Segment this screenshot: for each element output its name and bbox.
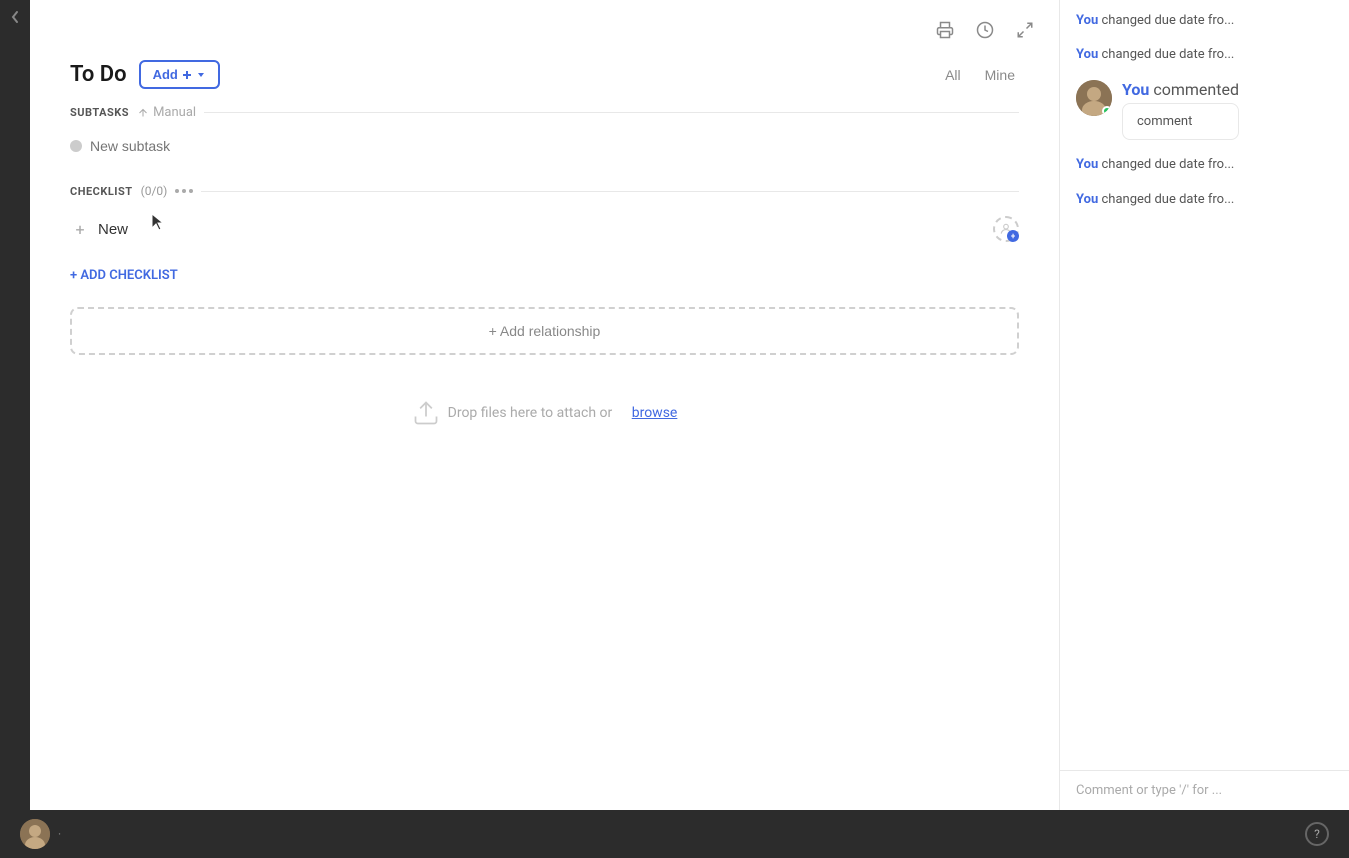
activity-text-4: changed due date fro... — [1102, 192, 1235, 207]
subtask-bullet — [70, 140, 82, 152]
modal-toolbar — [30, 0, 1059, 52]
all-filter-button[interactable]: All — [941, 65, 965, 85]
activity-you-3: You — [1076, 157, 1098, 172]
checklist-new-input[interactable] — [98, 221, 985, 238]
browse-link[interactable]: browse — [632, 405, 678, 421]
checklist-section: CHECKLIST (0/0) — [70, 184, 1019, 248]
activity-you-2: You — [1076, 47, 1098, 62]
activity-text-1: changed due date fro... — [1102, 13, 1235, 28]
filter-buttons: All Mine — [941, 65, 1019, 85]
drop-files-label: Drop files here to attach or — [448, 405, 613, 421]
subtasks-divider — [204, 112, 1019, 113]
comment-text: comment — [1137, 114, 1192, 129]
checklist-title: CHECKLIST — [70, 185, 133, 198]
activity-body: You changed due date fro... You changed … — [1060, 0, 1349, 770]
user-status-dot: · — [58, 827, 61, 841]
new-subtask-input[interactable] — [90, 138, 1019, 154]
task-header: To Do Add All Mine — [30, 52, 1059, 105]
expand-icon[interactable] — [1011, 16, 1039, 44]
task-title: To Do — [70, 62, 127, 87]
upload-icon — [412, 399, 440, 427]
dot-3 — [189, 189, 193, 193]
activity-you-1: You — [1076, 13, 1098, 28]
bottom-user-avatar — [20, 819, 50, 849]
checklist-divider — [201, 191, 1019, 192]
checklist-input-area: + + — [70, 210, 1019, 248]
subtasks-title: SUBTASKS — [70, 106, 129, 119]
activity-text-3: changed due date fro... — [1102, 157, 1235, 172]
history-icon[interactable] — [971, 16, 999, 44]
checklist-more-button[interactable] — [175, 189, 193, 193]
mine-filter-button[interactable]: Mine — [981, 65, 1019, 85]
comment-input-area: Comment or type '/' for ... — [1060, 770, 1349, 810]
bottom-bar: · ? — [0, 810, 1349, 858]
print-icon[interactable] — [931, 16, 959, 44]
activity-item: You changed due date fro... — [1076, 46, 1333, 64]
add-button[interactable]: Add — [139, 60, 220, 89]
comment-bubble: comment — [1122, 103, 1239, 140]
assign-user-button[interactable]: + — [993, 216, 1019, 242]
activity-you-4: You — [1076, 192, 1098, 207]
activity-panel: You changed due date fro... You changed … — [1059, 0, 1349, 810]
task-modal: To Do Add All Mine — [30, 0, 1059, 810]
activity-you-avatar: You — [1122, 80, 1149, 99]
subtasks-sort: Manual — [137, 105, 196, 120]
subtasks-section: SUBTASKS Manual — [70, 105, 1019, 160]
online-indicator — [1102, 106, 1112, 116]
drop-files-area: Drop files here to attach or browse — [70, 379, 1019, 447]
dot-2 — [182, 189, 186, 193]
activity-text-2: changed due date fro... — [1102, 47, 1235, 62]
activity-item: You changed due date fro... — [1076, 191, 1333, 209]
checklist-new-row: + + — [70, 210, 1019, 248]
checklist-count: (0/0) — [141, 184, 168, 198]
checklist-add-icon[interactable]: + — [70, 219, 90, 239]
add-relationship-button[interactable]: + Add relationship — [70, 307, 1019, 355]
activity-item: You changed due date fro... — [1076, 12, 1333, 30]
modal-scroll-content: SUBTASKS Manual — [30, 105, 1059, 810]
dot-1 — [175, 189, 179, 193]
new-subtask-row — [70, 132, 1019, 160]
main-content: To Do Add All Mine — [30, 0, 1349, 810]
activity-item: You changed due date fro... — [1076, 156, 1333, 174]
comment-placeholder: Comment or type '/' for ... — [1076, 783, 1222, 798]
activity-text-avatar: commented — [1153, 80, 1239, 99]
left-sidebar — [0, 0, 30, 810]
modal-body: SUBTASKS Manual — [30, 105, 1059, 447]
sidebar-collapse-icon[interactable] — [8, 10, 22, 24]
subtasks-header: SUBTASKS Manual — [70, 105, 1019, 120]
user-avatar — [1076, 80, 1112, 116]
help-icon[interactable]: ? — [1305, 822, 1329, 846]
checklist-header: CHECKLIST (0/0) — [70, 184, 1019, 198]
assign-plus-badge: + — [1007, 230, 1019, 242]
add-checklist-link[interactable]: + ADD CHECKLIST — [70, 268, 1019, 283]
avatar-comment-container: You commented comment — [1076, 80, 1333, 140]
